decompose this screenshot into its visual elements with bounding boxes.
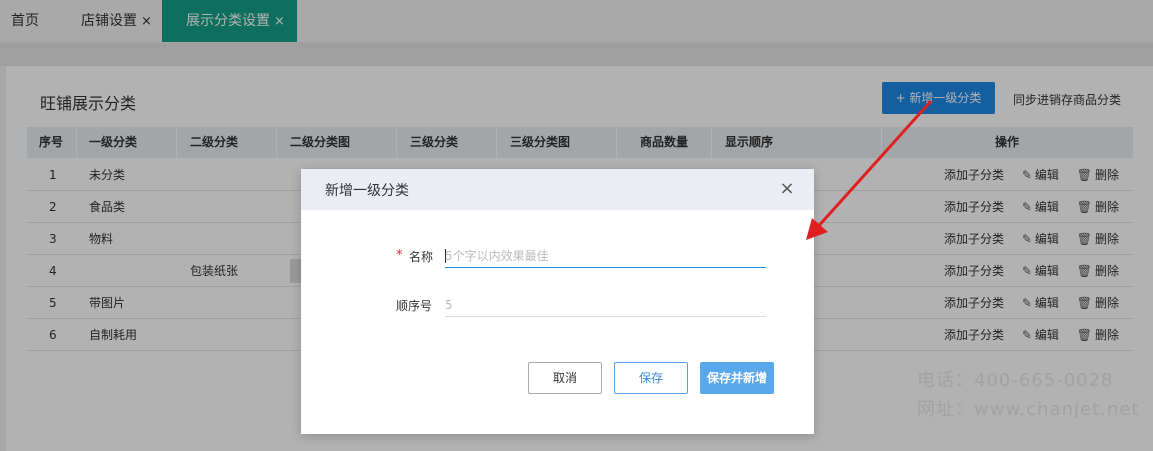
cancel-button[interactable]: 取消 [528, 362, 602, 394]
required-mark: * [396, 248, 403, 263]
save-and-new-button[interactable]: 保存并新增 [700, 362, 774, 394]
add-category-dialog: 新增一级分类 × * 名称 顺序号 取消 保存 保存并新增 [301, 169, 814, 434]
text-cursor [445, 249, 446, 263]
category-name-input[interactable] [445, 244, 766, 268]
name-label: 名称 [409, 250, 434, 264]
order-number-input[interactable] [445, 293, 766, 317]
order-label: 顺序号 [396, 299, 433, 313]
save-button[interactable]: 保存 [614, 362, 688, 394]
dialog-title: 新增一级分类 [325, 183, 409, 199]
close-icon[interactable]: × [777, 179, 797, 199]
dialog-header: 新增一级分类 × [301, 169, 814, 210]
